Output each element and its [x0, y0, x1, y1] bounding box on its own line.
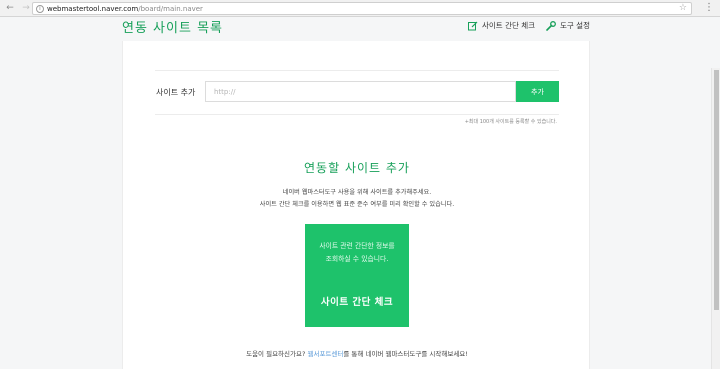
help-prefix: 도움이 필요하신가요? — [246, 350, 308, 358]
site-add-label: 사이트 추가 — [156, 88, 196, 97]
scrollbar-thumb[interactable] — [714, 70, 719, 310]
divider — [155, 70, 559, 71]
content-card: 사이트 추가 추가 +최대 100개 사이트를 등록할 수 있습니다. 연동할 … — [122, 41, 590, 369]
tool-settings-link[interactable]: 도구 설정 — [546, 20, 590, 31]
address-bar[interactable]: i webmastertool.naver.com/board/main.nav… — [32, 2, 692, 15]
bookmark-star-icon[interactable]: ☆ — [679, 3, 687, 13]
browser-toolbar: ← → i webmastertool.naver.com/board/main… — [0, 0, 720, 17]
help-text: 도움이 필요하신가요? 웹서포트센터를 통해 네이버 웹마스터도구를 시작해보세… — [123, 348, 591, 358]
tile-title: 사이트 간단 체크 — [320, 297, 394, 308]
url-path: /board/main.naver — [138, 4, 203, 13]
site-check-link[interactable]: 사이트 간단 체크 — [468, 20, 535, 31]
url-text: webmastertool.naver.com/board/main.naver — [47, 5, 203, 13]
empty-state-description: 사이트 간단 체크를 이용하면 웹 표준 준수 여부를 미리 확인할 수 있습니… — [259, 201, 455, 208]
site-check-tile-button[interactable]: 사이트 관련 간단한 정보를 조회하실 수 있습니다. 사이트 간단 체크 — [305, 224, 409, 327]
tile-description: 사이트 관련 간단한 정보를 — [319, 242, 395, 250]
web-support-center-link[interactable]: 웹서포트센터 — [308, 350, 344, 358]
empty-state-description: 네이버 웹마스터도구 사용을 위해 사이트를 추가해주세요. — [282, 189, 432, 196]
forward-arrow-icon[interactable]: → — [20, 2, 32, 14]
site-url-input[interactable] — [205, 81, 516, 102]
help-suffix: 를 통해 네이버 웹마스터도구를 시작해보세요! — [343, 350, 468, 358]
menu-icon[interactable]: ⋮ — [704, 2, 714, 14]
page-scrollbar[interactable] — [711, 68, 720, 369]
add-site-button[interactable]: 추가 — [516, 81, 559, 102]
back-arrow-icon[interactable]: ← — [4, 2, 16, 14]
divider — [155, 114, 559, 115]
site-check-link-label: 사이트 간단 체크 — [482, 21, 536, 30]
edit-icon — [468, 21, 478, 30]
url-host: webmastertool.naver.com — [47, 4, 139, 13]
site-limit-note: +최대 100개 사이트를 등록할 수 있습니다. — [464, 119, 557, 125]
empty-state-title: 연동할 사이트 추가 — [304, 161, 410, 175]
tool-settings-link-label: 도구 설정 — [560, 21, 590, 30]
wrench-icon — [546, 20, 556, 31]
page-header: 연동 사이트 목록 사이트 간단 체크 도구 설정 — [122, 17, 590, 41]
page-title: 연동 사이트 목록 — [122, 21, 223, 36]
info-icon[interactable]: i — [36, 4, 44, 13]
tile-description: 조회하실 수 있습니다. — [325, 255, 389, 263]
